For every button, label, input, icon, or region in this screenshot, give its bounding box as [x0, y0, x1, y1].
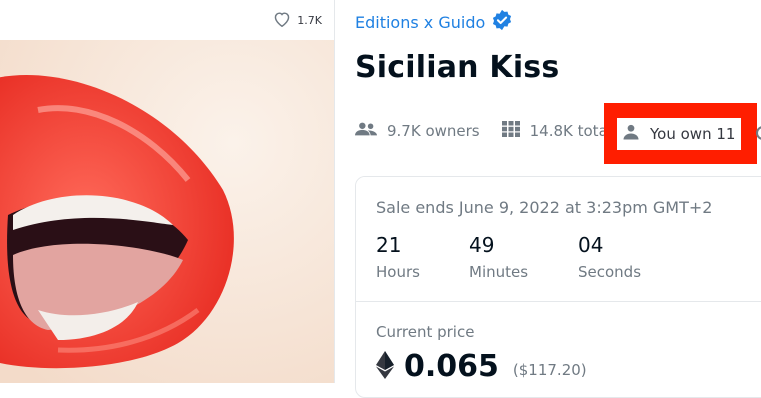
verified-badge-icon: [491, 9, 513, 35]
total-count: 14.8K total: [529, 122, 612, 140]
seconds-value: 04: [578, 233, 604, 257]
price-usd: ($117.20): [512, 360, 587, 379]
grid-icon: [501, 121, 520, 141]
minutes-value: 49: [469, 233, 495, 257]
hours-label: Hours: [376, 263, 420, 281]
owners-stat[interactable]: 9.7K owners: [355, 121, 480, 141]
timer-seconds: 04 Seconds: [578, 233, 641, 281]
views-icon: [756, 126, 761, 140]
sale-card: Sale ends June 9, 2022 at 3:23pm GMT+2 2…: [355, 176, 761, 398]
sale-ends-text: Sale ends June 9, 2022 at 3:23pm GMT+2: [376, 198, 713, 217]
hours-value: 21: [376, 233, 402, 257]
minutes-label: Minutes: [469, 263, 529, 281]
collection-link[interactable]: Editions x Guido: [355, 9, 513, 35]
stats-row: 9.7K owners 14.8K total: [355, 121, 634, 141]
media-card: 1.7K: [0, 0, 335, 383]
price-eth: 0.065: [404, 349, 499, 384]
sale-timer-section: Sale ends June 9, 2022 at 3:23pm GMT+2 2…: [356, 177, 761, 302]
seconds-label: Seconds: [578, 263, 642, 281]
like-count: 1.7K: [297, 13, 322, 27]
collection-name[interactable]: Editions x Guido: [355, 13, 485, 32]
owners-count: 9.7K owners: [387, 122, 480, 140]
person-icon: [622, 123, 640, 145]
total-stat: 14.8K total: [501, 121, 612, 141]
heart-icon[interactable]: [273, 11, 291, 30]
media-header: 1.7K: [0, 0, 334, 40]
nft-image[interactable]: [0, 40, 334, 383]
eth-icon: [376, 350, 394, 383]
timer-hours: 21 Hours: [376, 233, 420, 281]
current-price-label: Current price: [376, 323, 475, 341]
owners-icon: [355, 121, 377, 141]
you-own-stat: You own 11: [617, 118, 741, 150]
price-row: 0.065 ($117.20): [376, 349, 587, 384]
item-title: Sicilian Kiss: [355, 50, 560, 85]
timer-minutes: 49 Minutes: [469, 233, 528, 281]
you-own-count: You own 11: [650, 125, 736, 143]
